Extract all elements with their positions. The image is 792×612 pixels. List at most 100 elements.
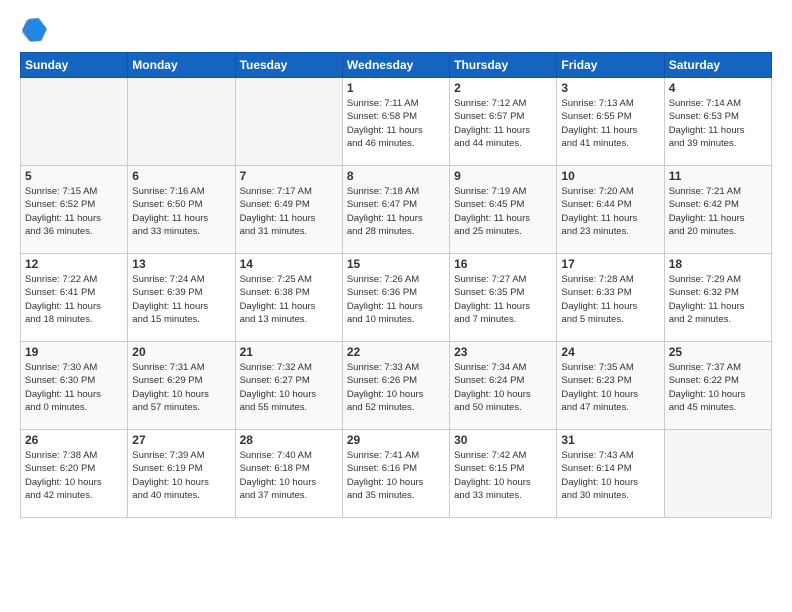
calendar-cell: 4 Sunrise: 7:14 AM Sunset: 6:53 PM Daylig… [664,78,771,166]
calendar-cell: 3 Sunrise: 7:13 AM Sunset: 6:55 PM Daylig… [557,78,664,166]
day-number: 16 [454,257,552,271]
day-number: 26 [25,433,123,447]
calendar-cell: 29Sunrise: 7:41 AM Sunset: 6:16 PM Dayli… [342,430,449,518]
page: SundayMondayTuesdayWednesdayThursdayFrid… [0,0,792,612]
calendar-table: SundayMondayTuesdayWednesdayThursdayFrid… [20,52,772,518]
day-info: Sunrise: 7:16 AM Sunset: 6:50 PM Dayligh… [132,185,230,238]
day-number: 25 [669,345,767,359]
day-number: 17 [561,257,659,271]
calendar-header-row: SundayMondayTuesdayWednesdayThursdayFrid… [21,53,772,78]
logo [20,16,52,44]
calendar-cell [664,430,771,518]
day-info: Sunrise: 7:20 AM Sunset: 6:44 PM Dayligh… [561,185,659,238]
calendar-cell: 30 Sunrise: 7:42 AM Sunset: 6:15 PM Dayli… [450,430,557,518]
calendar-week-row: 19Sunrise: 7:30 AM Sunset: 6:30 PM Dayli… [21,342,772,430]
calendar-cell: 24 Sunrise: 7:35 AM Sunset: 6:23 PM Dayli… [557,342,664,430]
calendar-cell: 22Sunrise: 7:33 AM Sunset: 6:26 PM Dayli… [342,342,449,430]
weekday-header: Wednesday [342,53,449,78]
calendar-cell: 28Sunrise: 7:40 AM Sunset: 6:18 PM Dayli… [235,430,342,518]
day-number: 10 [561,169,659,183]
calendar-cell: 9 Sunrise: 7:19 AM Sunset: 6:45 PM Daylig… [450,166,557,254]
day-number: 14 [240,257,338,271]
day-info: Sunrise: 7:24 AM Sunset: 6:39 PM Dayligh… [132,273,230,326]
calendar-cell: 21Sunrise: 7:32 AM Sunset: 6:27 PM Dayli… [235,342,342,430]
calendar-cell: 15 Sunrise: 7:26 AM Sunset: 6:36 PM Dayli… [342,254,449,342]
calendar-week-row: 5Sunrise: 7:15 AM Sunset: 6:52 PM Daylig… [21,166,772,254]
logo-icon [20,16,48,44]
day-number: 18 [669,257,767,271]
day-number: 28 [240,433,338,447]
day-info: Sunrise: 7:42 AM Sunset: 6:15 PM Dayligh… [454,449,552,502]
day-info: Sunrise: 7:19 AM Sunset: 6:45 PM Dayligh… [454,185,552,238]
day-info: Sunrise: 7:32 AM Sunset: 6:27 PM Dayligh… [240,361,338,414]
day-info: Sunrise: 7:29 AM Sunset: 6:32 PM Dayligh… [669,273,767,326]
day-number: 4 [669,81,767,95]
day-info: Sunrise: 7:26 AM Sunset: 6:36 PM Dayligh… [347,273,445,326]
day-info: Sunrise: 7:35 AM Sunset: 6:23 PM Dayligh… [561,361,659,414]
day-info: Sunrise: 7:25 AM Sunset: 6:38 PM Dayligh… [240,273,338,326]
calendar-cell: 1 Sunrise: 7:11 AM Sunset: 6:58 PM Daylig… [342,78,449,166]
day-info: Sunrise: 7:17 AM Sunset: 6:49 PM Dayligh… [240,185,338,238]
day-info: Sunrise: 7:38 AM Sunset: 6:20 PM Dayligh… [25,449,123,502]
day-info: Sunrise: 7:13 AM Sunset: 6:55 PM Dayligh… [561,97,659,150]
calendar-cell: 14 Sunrise: 7:25 AM Sunset: 6:38 PM Dayli… [235,254,342,342]
weekday-header: Sunday [21,53,128,78]
day-info: Sunrise: 7:11 AM Sunset: 6:58 PM Dayligh… [347,97,445,150]
day-number: 31 [561,433,659,447]
day-number: 24 [561,345,659,359]
day-number: 29 [347,433,445,447]
calendar-cell: 13 Sunrise: 7:24 AM Sunset: 6:39 PM Dayli… [128,254,235,342]
day-number: 11 [669,169,767,183]
day-number: 9 [454,169,552,183]
weekday-header: Tuesday [235,53,342,78]
calendar-cell: 27Sunrise: 7:39 AM Sunset: 6:19 PM Dayli… [128,430,235,518]
calendar-cell: 25 Sunrise: 7:37 AM Sunset: 6:22 PM Dayli… [664,342,771,430]
day-number: 13 [132,257,230,271]
calendar-cell: 31 Sunrise: 7:43 AM Sunset: 6:14 PM Dayli… [557,430,664,518]
calendar-cell: 26 Sunrise: 7:38 AM Sunset: 6:20 PM Dayli… [21,430,128,518]
day-number: 30 [454,433,552,447]
day-number: 1 [347,81,445,95]
day-number: 20 [132,345,230,359]
day-number: 22 [347,345,445,359]
weekday-header: Friday [557,53,664,78]
day-info: Sunrise: 7:27 AM Sunset: 6:35 PM Dayligh… [454,273,552,326]
header [20,16,772,44]
day-info: Sunrise: 7:28 AM Sunset: 6:33 PM Dayligh… [561,273,659,326]
day-number: 27 [132,433,230,447]
day-info: Sunrise: 7:15 AM Sunset: 6:52 PM Dayligh… [25,185,123,238]
day-info: Sunrise: 7:18 AM Sunset: 6:47 PM Dayligh… [347,185,445,238]
calendar-cell: 12 Sunrise: 7:22 AM Sunset: 6:41 PM Dayli… [21,254,128,342]
calendar-cell: 19Sunrise: 7:30 AM Sunset: 6:30 PM Dayli… [21,342,128,430]
weekday-header: Saturday [664,53,771,78]
calendar-cell [21,78,128,166]
calendar-cell: 5Sunrise: 7:15 AM Sunset: 6:52 PM Daylig… [21,166,128,254]
calendar-cell: 20 Sunrise: 7:31 AM Sunset: 6:29 PM Dayli… [128,342,235,430]
calendar-cell: 7 Sunrise: 7:17 AM Sunset: 6:49 PM Daylig… [235,166,342,254]
calendar-week-row: 26 Sunrise: 7:38 AM Sunset: 6:20 PM Dayli… [21,430,772,518]
day-number: 12 [25,257,123,271]
day-number: 7 [240,169,338,183]
day-info: Sunrise: 7:21 AM Sunset: 6:42 PM Dayligh… [669,185,767,238]
calendar-week-row: 1 Sunrise: 7:11 AM Sunset: 6:58 PM Daylig… [21,78,772,166]
day-number: 15 [347,257,445,271]
calendar-cell: 6 Sunrise: 7:16 AM Sunset: 6:50 PM Daylig… [128,166,235,254]
calendar-cell [235,78,342,166]
day-number: 3 [561,81,659,95]
day-info: Sunrise: 7:14 AM Sunset: 6:53 PM Dayligh… [669,97,767,150]
calendar-cell [128,78,235,166]
calendar-cell: 2Sunrise: 7:12 AM Sunset: 6:57 PM Daylig… [450,78,557,166]
day-info: Sunrise: 7:43 AM Sunset: 6:14 PM Dayligh… [561,449,659,502]
calendar-cell: 11 Sunrise: 7:21 AM Sunset: 6:42 PM Dayli… [664,166,771,254]
day-number: 23 [454,345,552,359]
weekday-header: Monday [128,53,235,78]
day-info: Sunrise: 7:37 AM Sunset: 6:22 PM Dayligh… [669,361,767,414]
calendar-cell: 18 Sunrise: 7:29 AM Sunset: 6:32 PM Dayli… [664,254,771,342]
day-number: 19 [25,345,123,359]
calendar-cell: 23Sunrise: 7:34 AM Sunset: 6:24 PM Dayli… [450,342,557,430]
day-info: Sunrise: 7:22 AM Sunset: 6:41 PM Dayligh… [25,273,123,326]
day-info: Sunrise: 7:31 AM Sunset: 6:29 PM Dayligh… [132,361,230,414]
calendar-cell: 10 Sunrise: 7:20 AM Sunset: 6:44 PM Dayli… [557,166,664,254]
day-number: 6 [132,169,230,183]
day-number: 2 [454,81,552,95]
